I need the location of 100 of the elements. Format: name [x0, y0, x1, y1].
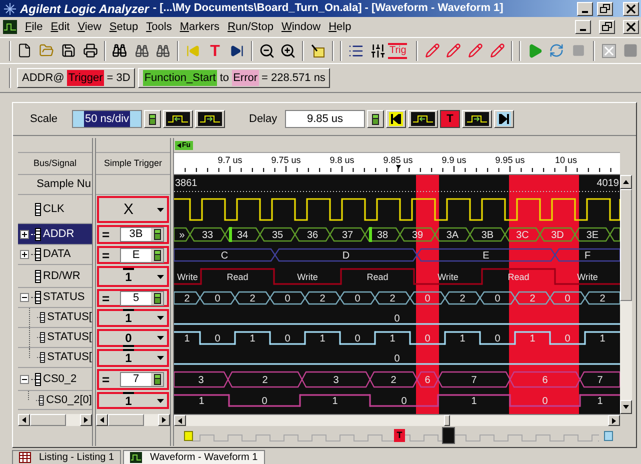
menu-item[interactable]: Help	[328, 18, 352, 36]
dropdown-caret-icon[interactable]	[157, 356, 164, 360]
bus-value: D	[342, 250, 350, 262]
scroll-right-icon[interactable]	[84, 417, 88, 423]
bus-value: 6	[424, 375, 430, 386]
scroll-left-icon[interactable]	[100, 417, 104, 423]
close-button[interactable]	[623, 20, 639, 34]
sample-number: 3861	[175, 178, 198, 189]
scroll-thumb[interactable]	[30, 414, 66, 426]
collapse-toggle-icon[interactable]	[20, 374, 29, 384]
trigger-cell[interactable]: = 5	[97, 289, 169, 307]
document-tab[interactable]: Listing - Listing 1	[12, 450, 122, 464]
scroll-thumb[interactable]	[108, 414, 144, 426]
bus-value: 2	[250, 294, 256, 304]
minimize-icon	[582, 10, 588, 12]
vertical-scrollbar[interactable]	[620, 175, 632, 414]
document-tab[interactable]: Waveform - Waveform 1	[123, 450, 265, 464]
scroll-up-icon[interactable]	[623, 180, 629, 184]
menu-item[interactable]: Setup	[109, 18, 138, 36]
signal-row[interactable]: CS0_2[0]	[18, 391, 92, 410]
signal-row[interactable]: DATA	[18, 245, 92, 265]
operator-dropdown[interactable]: =	[102, 248, 118, 262]
trigger-cell[interactable]: = E	[97, 246, 169, 264]
trigger-cell[interactable]: 1	[97, 266, 169, 287]
trigger-marker[interactable]: T	[394, 429, 405, 442]
menu-item[interactable]: Edit	[50, 18, 70, 36]
trigger-cell[interactable]: 0	[97, 329, 169, 347]
scroll-left-icon[interactable]	[22, 417, 26, 423]
scroll-thumb[interactable]	[620, 189, 632, 301]
horizontal-scrollbar[interactable]	[96, 414, 170, 426]
operator-dropdown[interactable]: =	[102, 292, 118, 304]
scroll-right-icon[interactable]	[162, 417, 166, 423]
dropdown-caret-icon[interactable]	[157, 274, 164, 278]
marker-readout[interactable]: ADDR@ Trigger = 3D	[17, 68, 136, 88]
signal-row[interactable]: ADDR	[18, 224, 92, 245]
marker-readout[interactable]: Function_Start to Error = 228.571 ns	[138, 68, 330, 88]
signal-row[interactable]: RD/WR	[18, 265, 92, 288]
collapse-toggle-icon[interactable]	[20, 293, 29, 302]
menu-item[interactable]: View	[78, 18, 102, 36]
scroll-left-icon[interactable]	[178, 418, 182, 424]
value-field[interactable]: 5	[120, 290, 164, 306]
menu-item[interactable]: Window	[281, 18, 321, 36]
keypad-icon	[154, 250, 160, 260]
operator-dropdown[interactable]: =	[102, 373, 118, 386]
trigger-cell[interactable]: 1	[97, 392, 169, 409]
go-to-trigger-button[interactable]: T	[440, 110, 460, 128]
horizontal-scrollbar[interactable]	[174, 414, 620, 426]
minimize-button[interactable]	[577, 2, 593, 16]
dropdown-caret-icon[interactable]	[157, 398, 164, 402]
menu-item[interactable]: File	[25, 18, 43, 36]
menu-item[interactable]: Run/Stop	[228, 18, 274, 36]
restore-button[interactable]	[599, 20, 615, 34]
scale-keypad-button[interactable]	[144, 110, 161, 128]
dropdown-caret-icon[interactable]	[157, 208, 164, 212]
bus-value: E	[482, 250, 490, 262]
scroll-thumb[interactable]	[444, 415, 450, 426]
menu-item[interactable]: Tools	[146, 18, 172, 36]
trigger-cell[interactable]: = 7	[97, 369, 169, 390]
signal-name: RD/WR	[43, 268, 80, 284]
delay-field[interactable]: 9.85 us	[285, 110, 365, 128]
delay-keypad-button[interactable]	[367, 110, 384, 128]
dropdown-caret-icon[interactable]	[157, 316, 164, 320]
minimize-button[interactable]	[575, 20, 591, 34]
trigger-cell[interactable]: 1	[97, 349, 169, 367]
value-field[interactable]: E	[120, 248, 164, 262]
signal-row[interactable]: STATUS	[18, 288, 92, 308]
trigger-cell[interactable]: X	[97, 196, 169, 223]
signal-value: 0	[214, 334, 220, 344]
next-edge-button[interactable]	[462, 110, 492, 128]
app-icon[interactable]	[3, 20, 17, 34]
close-button[interactable]	[623, 2, 639, 16]
signal-row[interactable]: STATUS[	[18, 308, 92, 328]
operator-dropdown[interactable]: =	[102, 228, 118, 241]
expand-toggle-icon[interactable]	[20, 230, 29, 238]
previous-edge-button[interactable]	[408, 110, 438, 128]
value-field[interactable]: 7	[120, 372, 164, 387]
start-marker[interactable]	[184, 431, 193, 441]
signal-row[interactable]: STATUS[	[18, 328, 92, 348]
go-to-end-button[interactable]	[494, 110, 514, 128]
time-label: 9.85 us	[383, 154, 413, 167]
restore-button[interactable]	[597, 2, 613, 16]
signal-value: 0	[494, 334, 500, 344]
dropdown-caret-icon[interactable]	[157, 336, 164, 340]
trigger-cell[interactable]: 1	[97, 309, 169, 327]
trigger-cell[interactable]: = 3B	[97, 225, 169, 244]
expand-toggle-icon[interactable]	[20, 250, 29, 259]
scroll-right-icon[interactable]	[612, 418, 616, 424]
menu-item[interactable]: Markers	[180, 18, 220, 36]
zoom-out-pulse-button[interactable]	[195, 110, 225, 128]
horizontal-scrollbar[interactable]	[18, 414, 92, 426]
scale-field[interactable]: 50 ns/div	[72, 110, 142, 128]
scroll-down-icon[interactable]	[623, 405, 629, 409]
bus-value: 0	[284, 294, 290, 304]
go-to-start-button[interactable]	[386, 110, 406, 128]
zoom-in-pulse-button[interactable]	[163, 110, 193, 128]
signal-row[interactable]: STATUS[	[18, 348, 92, 368]
value-field[interactable]: 3B	[120, 227, 164, 242]
signal-row[interactable]: CS0_2	[18, 368, 92, 391]
view-window-marker[interactable]	[442, 427, 455, 444]
end-marker[interactable]	[604, 431, 613, 441]
